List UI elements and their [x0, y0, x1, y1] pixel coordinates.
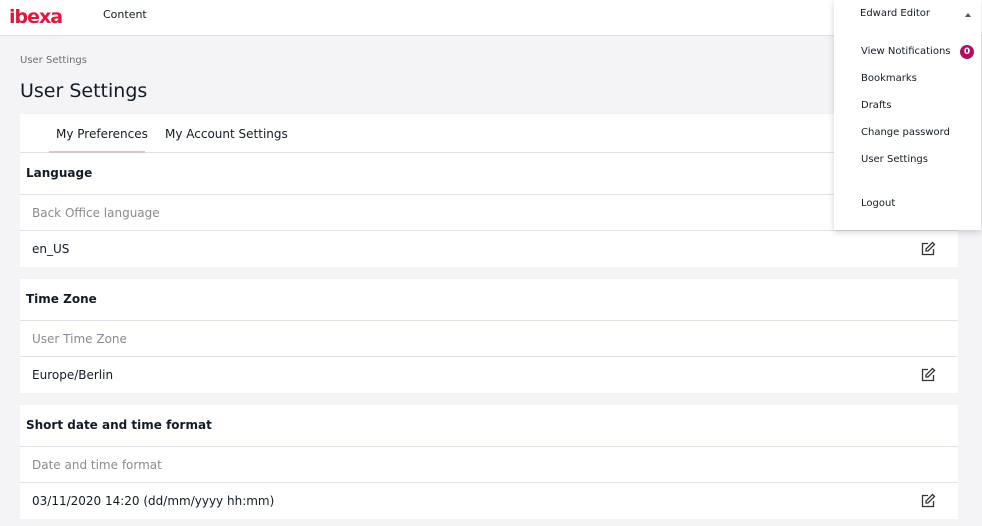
menu-item-change-password[interactable]: Change password — [861, 127, 950, 138]
field-value: en_US — [32, 242, 70, 256]
field-label: User Time Zone — [20, 321, 958, 357]
tab-my-preferences[interactable]: My Preferences — [56, 127, 148, 141]
tabs-bar: My Preferences My Account Settings — [20, 114, 958, 153]
section-title: Short date and time format — [20, 405, 958, 447]
section-title: Language — [20, 153, 958, 195]
svg-text:ibexa: ibexa — [9, 7, 62, 27]
section-language: Language Back Office language en_US — [20, 153, 958, 267]
nav-content[interactable]: Content — [103, 8, 147, 21]
edit-icon[interactable] — [920, 367, 936, 383]
notification-count-badge: 0 — [960, 45, 974, 59]
field-value-row: en_US — [20, 231, 958, 267]
caret-up-icon[interactable] — [965, 13, 971, 17]
ibexa-logo[interactable]: ibexa — [9, 7, 75, 27]
page-title: User Settings — [20, 80, 148, 102]
section-date-time-format: Short date and time format Date and time… — [20, 405, 958, 519]
menu-item-user-settings[interactable]: User Settings — [861, 154, 928, 165]
breadcrumb[interactable]: User Settings — [20, 55, 87, 66]
field-label: Back Office language — [20, 195, 958, 231]
field-value: Europe/Berlin — [32, 368, 114, 382]
edit-icon[interactable] — [920, 493, 936, 509]
section-title: Time Zone — [20, 279, 958, 321]
menu-item-view-notifications[interactable]: View Notifications — [861, 46, 951, 57]
tab-my-account-settings[interactable]: My Account Settings — [165, 127, 288, 141]
user-menu-dropdown: Edward Editor View Notifications 0 Bookm… — [834, 0, 981, 230]
field-value-row: 03/11/2020 14:20 (dd/mm/yyyy hh:mm) — [20, 483, 958, 519]
field-value-row: Europe/Berlin — [20, 357, 958, 393]
field-label: Date and time format — [20, 447, 958, 483]
field-value: 03/11/2020 14:20 (dd/mm/yyyy hh:mm) — [32, 494, 275, 508]
edit-icon[interactable] — [920, 241, 936, 257]
menu-item-logout[interactable]: Logout — [861, 198, 895, 209]
menu-item-drafts[interactable]: Drafts — [861, 100, 891, 111]
section-time-zone: Time Zone User Time Zone Europe/Berlin — [20, 279, 958, 393]
menu-item-bookmarks[interactable]: Bookmarks — [861, 73, 917, 84]
user-name[interactable]: Edward Editor — [860, 8, 930, 19]
